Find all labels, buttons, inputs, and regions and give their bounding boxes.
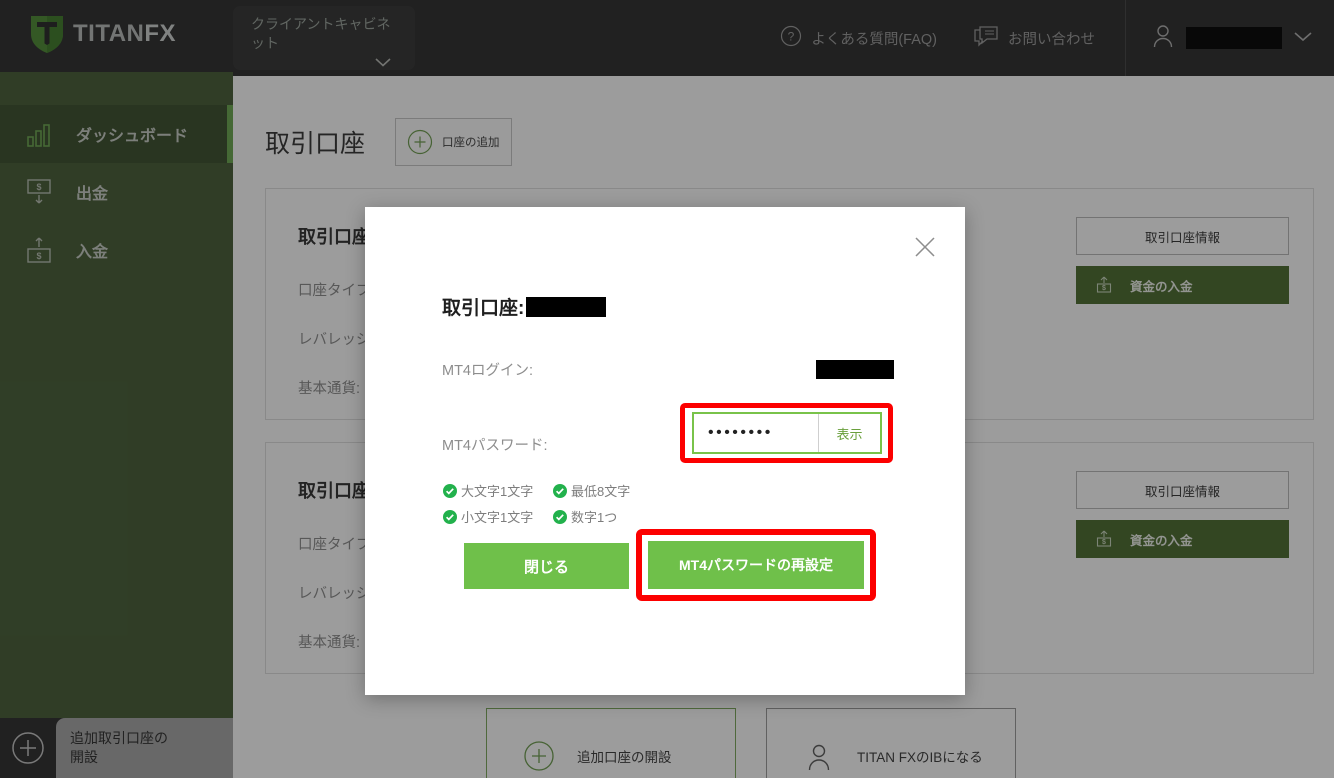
- mt4-password-label: MT4パスワード:: [442, 437, 548, 454]
- show-password-button[interactable]: 表示: [818, 414, 880, 452]
- close-modal-button[interactable]: 閉じる: [464, 543, 629, 589]
- requirement-label: 数字1つ: [571, 510, 618, 525]
- mt4-login-label: MT4ログイン:: [442, 363, 534, 379]
- modal-title: 取引口座:: [442, 293, 607, 320]
- app-root: 取引口座 口座の追加 取引口座 口座タイプ: レバレッジ: 基本通貨: 取引口座…: [0, 0, 1334, 778]
- reset-mt4-password-button[interactable]: MT4パスワードの再設定: [648, 541, 864, 589]
- check-circle-icon: [443, 509, 457, 524]
- requirement-item: 大文字1文字: [443, 481, 553, 500]
- check-circle-icon: [553, 483, 567, 498]
- requirement-label: 小文字1文字: [461, 510, 534, 525]
- mt4-login-row: MT4ログイン:: [442, 359, 902, 380]
- close-icon[interactable]: [911, 233, 939, 261]
- requirement-item: 小文字1文字: [443, 507, 553, 526]
- requirement-item: 最低8文字: [553, 481, 630, 500]
- requirement-label: 最低8文字: [571, 484, 631, 499]
- modal-title-label: 取引口座:: [442, 298, 525, 319]
- check-circle-icon: [553, 509, 567, 524]
- requirement-label: 大文字1文字: [461, 484, 534, 499]
- requirement-item: 数字1つ: [553, 507, 630, 526]
- mt4-login-redacted: [816, 360, 894, 379]
- password-requirements: 大文字1文字 最低8文字 小文字1文字 数字1つ: [443, 481, 630, 526]
- modal-account-redacted: [526, 296, 607, 317]
- check-circle-icon: [443, 483, 457, 498]
- password-input[interactable]: ••••••••: [694, 414, 818, 452]
- mt4-password-field[interactable]: •••••••• 表示: [692, 412, 882, 454]
